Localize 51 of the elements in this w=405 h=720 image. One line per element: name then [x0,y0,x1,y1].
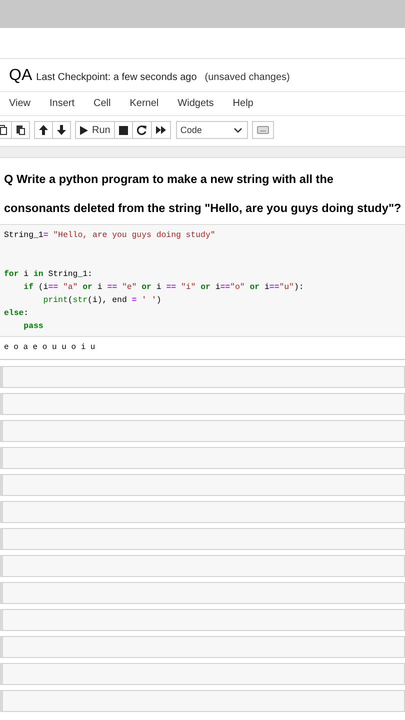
code-line: if (i== "a" or i == "e" or i == "i" or i=="o" or i=="u"): [22,282,305,294]
paste-button[interactable] [11,121,30,139]
save-status: (unsaved changes) [204,72,290,83]
notebook-title[interactable]: QA [9,67,32,85]
run-button[interactable]: Run [75,121,116,139]
code-line: else: [4,308,30,320]
empty-code-cell[interactable] [0,474,405,496]
move-up-button[interactable] [34,121,53,139]
fast-forward-icon [156,126,166,134]
empty-code-cell[interactable] [0,609,405,631]
empty-code-cell[interactable] [0,420,405,442]
caret-icon [234,128,242,132]
stop-button[interactable] [114,121,134,139]
cell-output: e o a e o u u o i u [0,337,405,360]
move-down-button[interactable] [52,121,71,139]
restart-icon [137,125,148,135]
code-line: pass [22,321,44,333]
menu-item[interactable]: Kernel [120,96,169,111]
empty-code-cell[interactable] [0,582,405,604]
checkpoint-text: Last Checkpoint: a few seconds ago [36,72,197,83]
menu-item[interactable]: Insert [40,96,85,111]
code-line: String_1= "Hello, are you guys doing study" [4,230,216,242]
code-line: print(str(i), end = ' ') [42,295,162,307]
arrow-down-icon [57,125,66,135]
question-text: Q Write a python program to make a new string with all the [4,172,334,187]
play-icon [80,126,88,134]
stop-icon [119,126,128,134]
empty-code-cell[interactable] [0,555,405,577]
menu-item[interactable]: Widgets [168,96,224,111]
empty-code-cell[interactable] [0,501,405,523]
empty-code-cell[interactable] [0,636,405,658]
cell-type-dropdown[interactable]: Code [176,121,248,139]
menu-item[interactable]: View [0,96,40,111]
code-cell[interactable]: String_1= "Hello, are you guys doing study" for i in String_1: if (i== "a" or i == "e" or i == "i" or i=="o" or i=="u"): print(str(i), end = ' ') else: pass [0,224,405,337]
menu-item[interactable]: Help [224,96,264,111]
empty-code-cell[interactable] [0,366,405,388]
keyboard-button[interactable] [252,121,274,139]
arrow-up-icon [39,125,48,135]
empty-code-cell[interactable] [0,690,405,712]
code-line: for i in String_1: [4,269,94,281]
paste-icon [16,125,25,135]
empty-code-cell[interactable] [0,393,405,415]
empty-code-cell[interactable] [0,663,405,685]
question-text: consonants deleted from the string "Hello, are you guys doing study"? [4,201,402,216]
copy-icon [0,125,7,135]
empty-code-cell[interactable] [0,528,405,550]
restart-button[interactable] [132,121,152,139]
keyboard-icon [257,126,270,134]
menu-item[interactable]: Cell [84,96,121,111]
empty-code-cell[interactable] [0,447,405,469]
run-all-button[interactable] [151,121,172,139]
